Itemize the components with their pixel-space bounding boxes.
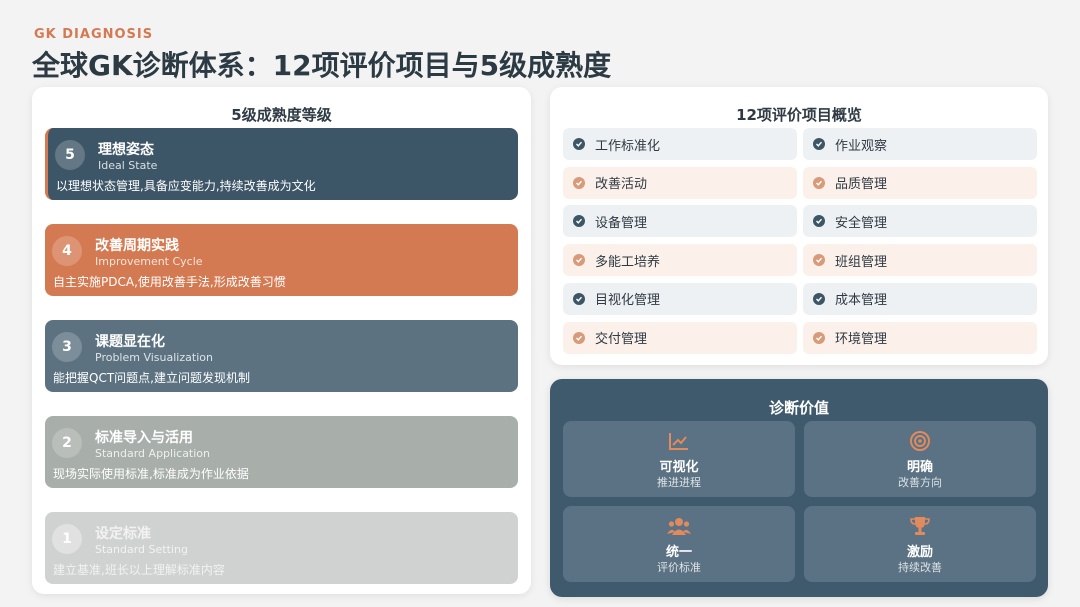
check-icon bbox=[813, 292, 825, 305]
check-icon bbox=[573, 176, 585, 189]
value-card-name: 激励 bbox=[906, 545, 933, 560]
evaluation-item-label: 交付管理 bbox=[595, 332, 648, 347]
value-card-unify: 统一 评价标准 bbox=[563, 506, 795, 582]
level-name: 理想姿态 bbox=[98, 142, 154, 158]
level-name: 设定标准 bbox=[95, 526, 151, 542]
users-icon bbox=[563, 514, 795, 538]
level-subtitle: Ideal State bbox=[98, 159, 158, 172]
level-number: 2 bbox=[52, 428, 82, 458]
level-subtitle: Standard Application bbox=[95, 447, 211, 460]
evaluation-item: 成本管理 bbox=[803, 282, 1037, 315]
maturity-panel-title: 5级成熟度等级 bbox=[231, 106, 332, 124]
evaluation-item-label: 作业观察 bbox=[835, 138, 888, 154]
evaluation-item-label: 品质管理 bbox=[835, 177, 888, 193]
level-subtitle: Standard Setting bbox=[95, 543, 188, 556]
value-card-name: 统一 bbox=[665, 545, 692, 560]
evaluation-item-label: 改善活动 bbox=[595, 177, 648, 193]
evaluation-item: 设备管理 bbox=[563, 205, 797, 238]
check-icon bbox=[573, 292, 585, 305]
value-card-name: 可视化 bbox=[659, 460, 699, 475]
level-description: 建立基准,班长以上理解标准内容 bbox=[53, 563, 225, 577]
level-card-4: 4 改善周期实践 Improvement Cycle 自主实施PDCA,使用改善… bbox=[45, 224, 518, 296]
check-icon bbox=[573, 331, 585, 344]
maturity-panel: 5级成熟度等级 5 理想姿态 Ideal State 以理想状态管理,具备应变能… bbox=[32, 87, 531, 594]
level-description: 能把握QCT问题点,建立问题发现机制 bbox=[53, 371, 250, 385]
evaluation-item-label: 安全管理 bbox=[835, 215, 888, 231]
kicker: GK DIAGNOSIS bbox=[34, 27, 154, 42]
level-name: 课题显在化 bbox=[95, 334, 165, 350]
level-subtitle: Improvement Cycle bbox=[95, 255, 203, 268]
evaluation-item-label: 设备管理 bbox=[595, 215, 648, 231]
level-number: 5 bbox=[55, 140, 85, 170]
level-subtitle: Problem Visualization bbox=[95, 351, 213, 364]
evaluation-item-label: 环境管理 bbox=[835, 332, 888, 347]
items-panel: 12项评价项目概览 工作标准化 作业观察改善活动 品质管理设备管理 安全管理多能工培养… bbox=[550, 87, 1048, 365]
evaluation-item: 交付管理 bbox=[563, 321, 797, 354]
evaluation-item-label: 成本管理 bbox=[835, 293, 888, 309]
level-description: 以理想状态管理,具备应变能力,持续改善成为文化 bbox=[56, 179, 316, 193]
items-panel-title: 12项评价项目概览 bbox=[736, 106, 862, 124]
check-icon bbox=[813, 138, 825, 150]
level-description: 现场实际使用标准,标准成为作业依据 bbox=[53, 467, 249, 481]
check-icon bbox=[573, 254, 585, 267]
check-icon bbox=[813, 331, 825, 344]
level-number: 1 bbox=[52, 524, 82, 554]
value-card-name: 明确 bbox=[906, 460, 933, 475]
value-card-sub: 推进进程 bbox=[657, 476, 701, 489]
level-card-3: 3 课题显在化 Problem Visualization 能把握QCT问题点,… bbox=[45, 320, 518, 392]
evaluation-item-label: 多能工培养 bbox=[595, 254, 661, 270]
evaluation-item-label: 工作标准化 bbox=[595, 138, 661, 154]
value-card-sub: 改善方向 bbox=[898, 476, 942, 489]
evaluation-item: 多能工培养 bbox=[563, 244, 797, 277]
evaluation-item: 班组管理 bbox=[803, 244, 1037, 277]
trophy-icon bbox=[804, 514, 1036, 538]
evaluation-item: 品质管理 bbox=[803, 166, 1037, 199]
evaluation-item: 工作标准化 bbox=[563, 128, 797, 160]
evaluation-item: 安全管理 bbox=[803, 205, 1037, 238]
level-number: 4 bbox=[52, 236, 82, 266]
level-name: 改善周期实践 bbox=[95, 238, 179, 254]
level-card-5: 5 理想姿态 Ideal State 以理想状态管理,具备应变能力,持续改善成为… bbox=[45, 128, 518, 200]
evaluation-item: 目视化管理 bbox=[563, 282, 797, 315]
chart-line-icon bbox=[563, 429, 795, 453]
evaluation-item: 改善活动 bbox=[563, 166, 797, 199]
evaluation-item-label: 目视化管理 bbox=[595, 293, 661, 309]
value-card-motivate: 激励 持续改善 bbox=[804, 506, 1036, 582]
value-card-visualize: 可视化 推进进程 bbox=[563, 421, 795, 497]
level-description: 自主实施PDCA,使用改善手法,形成改善习惯 bbox=[53, 275, 286, 289]
level-card-2: 2 标准导入与活用 Standard Application 现场实际使用标准,… bbox=[45, 416, 518, 488]
target-icon bbox=[804, 429, 1036, 453]
check-icon bbox=[813, 215, 825, 228]
evaluation-item-label: 班组管理 bbox=[835, 254, 888, 270]
page-title: 全球GK诊断体系：12项评价项目与5级成熟度 bbox=[32, 49, 612, 82]
check-icon bbox=[573, 215, 585, 228]
level-card-1: 1 设定标准 Standard Setting 建立基准,班长以上理解标准内容 bbox=[45, 512, 518, 584]
value-panel-title: 诊断价值 bbox=[768, 399, 829, 417]
value-panel: 诊断价值 可视化 推进进程 明确 改善方向 统一 评价标准 激励 持续改善 bbox=[550, 379, 1048, 597]
value-card-sub: 持续改善 bbox=[898, 561, 942, 574]
check-icon bbox=[573, 138, 585, 150]
evaluation-item: 环境管理 bbox=[803, 321, 1037, 354]
evaluation-item: 作业观察 bbox=[803, 128, 1037, 160]
level-name: 标准导入与活用 bbox=[95, 430, 193, 446]
level-number: 3 bbox=[52, 332, 82, 362]
check-icon bbox=[813, 176, 825, 189]
value-card-sub: 评价标准 bbox=[657, 561, 701, 574]
value-card-clarify: 明确 改善方向 bbox=[804, 421, 1036, 497]
check-icon bbox=[813, 254, 825, 267]
